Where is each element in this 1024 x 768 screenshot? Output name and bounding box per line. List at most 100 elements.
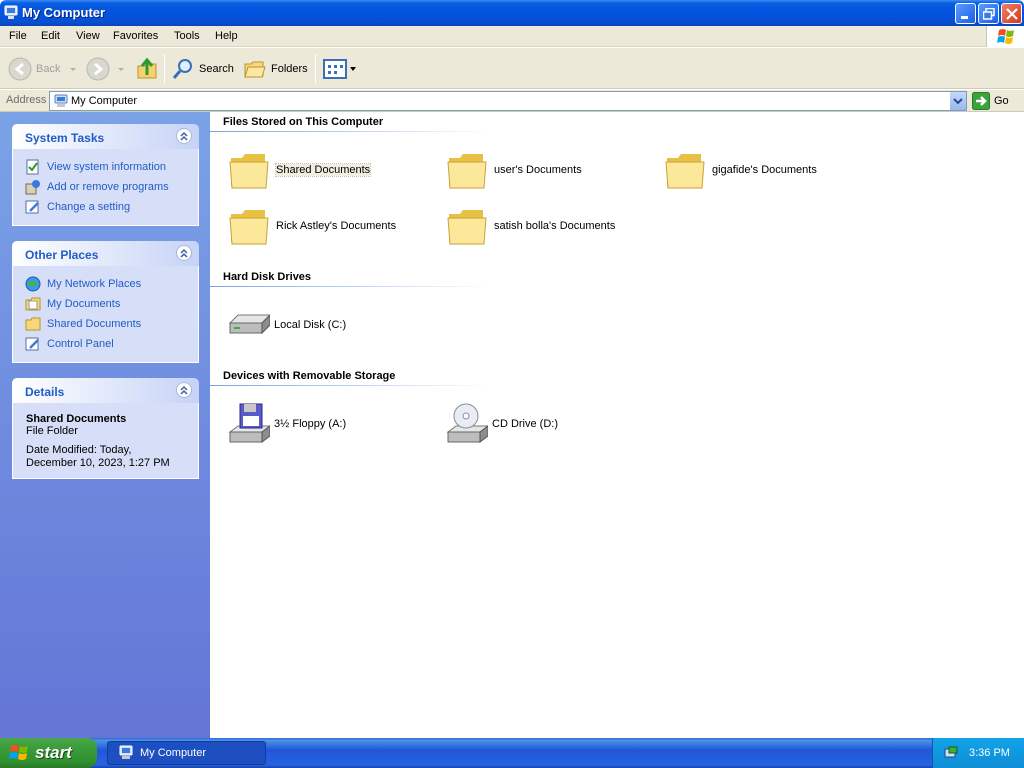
views-dropdown-icon[interactable]: [349, 65, 357, 73]
menu-bar: File Edit View Favorites Tools Help: [0, 26, 1024, 47]
back-button[interactable]: Back: [8, 56, 78, 82]
my-documents-icon: [25, 297, 41, 311]
system-info-icon: [26, 159, 39, 175]
hdd-section-title: Hard Disk Drives: [223, 271, 312, 283]
collapse-chevron-icon[interactable]: [176, 245, 192, 261]
back-dropdown-icon[interactable]: [68, 65, 78, 73]
windows-logo-icon: [9, 745, 28, 760]
folder-icon: [447, 210, 487, 245]
toolbar-separator: [315, 54, 316, 84]
system-tasks-header[interactable]: System Tasks: [12, 124, 199, 149]
address-input[interactable]: My Computer: [49, 91, 967, 111]
folders-icon: [244, 61, 266, 78]
change-setting-link[interactable]: Change a setting: [25, 197, 198, 217]
collapse-chevron-icon[interactable]: [176, 382, 192, 398]
add-remove-programs-icon: [25, 180, 40, 195]
address-bar: Address My Computer Go: [0, 90, 1024, 112]
go-arrow-icon: [972, 92, 990, 110]
details-item-type: File Folder: [26, 425, 78, 437]
folders-button[interactable]: Folders: [243, 56, 308, 82]
go-button[interactable]: Go: [972, 92, 1009, 110]
floppy-a-drive[interactable]: 3½ Floppy (A:): [226, 402, 346, 446]
forward-dropdown-icon[interactable]: [116, 65, 126, 73]
control-panel-link[interactable]: Control Panel: [25, 334, 198, 354]
back-arrow-icon: [8, 57, 32, 81]
views-button[interactable]: [323, 56, 357, 82]
control-panel-icon: [25, 337, 39, 351]
collapse-chevron-icon[interactable]: [176, 128, 192, 144]
minimize-button[interactable]: [955, 3, 976, 24]
address-label: Address: [6, 94, 47, 106]
floppy-drive-icon: [228, 403, 270, 443]
my-computer-icon: [4, 5, 18, 19]
up-folder-button[interactable]: [135, 56, 159, 82]
start-button[interactable]: start: [0, 738, 97, 768]
address-value: My Computer: [71, 95, 138, 107]
menu-help[interactable]: Help: [215, 30, 238, 42]
folder-icon: [665, 154, 705, 189]
forward-arrow-icon: [86, 57, 110, 81]
close-button[interactable]: [1001, 3, 1022, 24]
gigafides-documents-folder[interactable]: gigafide's Documents: [664, 148, 817, 192]
menu-view[interactable]: View: [76, 30, 100, 42]
system-tasks-box: System Tasks View system information Add…: [12, 124, 199, 226]
close-icon: [1006, 8, 1018, 20]
windows-logo-icon: [986, 26, 1024, 47]
control-panel-icon: [25, 200, 39, 214]
forward-button[interactable]: [86, 56, 126, 82]
search-button[interactable]: Search: [171, 56, 234, 82]
details-item-name: Shared Documents: [26, 413, 127, 425]
content-pane: Files Stored on This Computer Shared Doc…: [210, 112, 1024, 738]
taskbar-my-computer-button[interactable]: My Computer: [107, 741, 266, 765]
details-header[interactable]: Details: [12, 378, 199, 403]
files-section-title: Files Stored on This Computer: [223, 116, 384, 128]
restore-button[interactable]: [978, 3, 999, 24]
details-modified-label: Date Modified: Today,: [26, 444, 132, 456]
users-documents-folder[interactable]: user's Documents: [446, 148, 582, 192]
folder-icon: [229, 210, 269, 245]
views-icon: [323, 59, 347, 79]
taskbar: start My Computer 3:36 PM: [0, 738, 1024, 768]
folder-icon: [447, 154, 487, 189]
shared-documents-link[interactable]: Shared Documents: [25, 314, 198, 334]
search-icon: [172, 59, 192, 79]
hard-drive-icon: [228, 314, 270, 335]
other-places-header[interactable]: Other Places: [12, 241, 199, 266]
window-title: My Computer: [22, 5, 106, 20]
view-system-info-link[interactable]: View system information: [25, 157, 198, 177]
folder-icon: [25, 317, 41, 331]
menu-tools[interactable]: Tools: [174, 30, 200, 42]
cd-drive-d[interactable]: CD Drive (D:): [444, 402, 558, 446]
shared-documents-folder[interactable]: Shared Documents: [228, 148, 372, 192]
chevron-down-icon: [953, 98, 963, 105]
folder-icon: [229, 154, 269, 189]
satish-bollas-documents-folder[interactable]: satish bolla's Documents: [446, 204, 615, 248]
minimize-icon: [961, 16, 968, 19]
my-documents-link[interactable]: My Documents: [25, 294, 198, 314]
system-tray: 3:36 PM: [932, 738, 1024, 768]
section-divider: [210, 286, 490, 287]
menu-favorites[interactable]: Favorites: [113, 30, 158, 42]
other-places-box: Other Places My Network Places My Docume…: [12, 241, 199, 363]
network-tray-icon[interactable]: [943, 745, 959, 761]
task-pane: System Tasks View system information Add…: [0, 112, 210, 738]
address-dropdown-button[interactable]: [949, 92, 966, 110]
menu-edit[interactable]: Edit: [41, 30, 60, 42]
cd-drive-icon: [446, 403, 488, 443]
details-modified-date: December 10, 2023, 1:27 PM: [26, 457, 170, 469]
details-box: Details Shared Documents File Folder Dat…: [12, 378, 199, 479]
toolbar: Back Search Folders: [0, 48, 1024, 89]
title-bar[interactable]: My Computer: [0, 0, 1024, 26]
rick-astleys-documents-folder[interactable]: Rick Astley's Documents: [228, 204, 396, 248]
restore-icon: [983, 8, 995, 20]
my-computer-icon: [119, 745, 133, 759]
network-globe-icon: [25, 276, 41, 292]
clock[interactable]: 3:36 PM: [969, 747, 1010, 759]
section-divider: [210, 385, 490, 386]
menu-file[interactable]: File: [9, 30, 27, 42]
removable-section-title: Devices with Removable Storage: [223, 370, 396, 382]
section-divider: [210, 131, 490, 132]
my-network-places-link[interactable]: My Network Places: [25, 274, 198, 294]
local-disk-c-drive[interactable]: Local Disk (C:): [226, 303, 346, 347]
add-remove-programs-link[interactable]: Add or remove programs: [25, 177, 198, 197]
